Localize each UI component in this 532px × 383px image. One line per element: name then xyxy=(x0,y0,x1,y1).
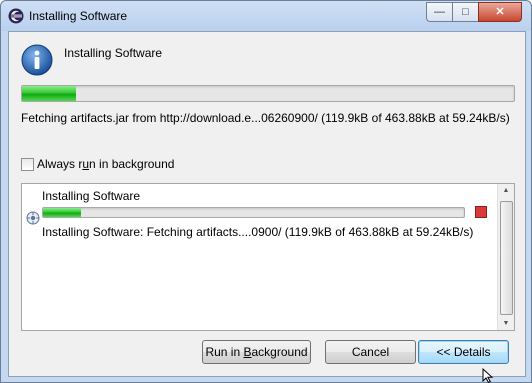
info-icon xyxy=(21,44,53,76)
job-status-text: Installing Software: Fetching artifacts.… xyxy=(42,225,474,239)
mouse-cursor-icon xyxy=(482,368,494,383)
minimize-button[interactable]: — xyxy=(426,2,453,22)
eclipse-icon xyxy=(8,8,24,24)
window-title: Installing Software xyxy=(29,9,128,23)
minimize-icon: — xyxy=(434,6,445,18)
vertical-scrollbar[interactable]: ▲ ▼ xyxy=(497,184,514,330)
overall-progress-bar xyxy=(21,85,515,102)
job-progress-bar xyxy=(42,207,465,218)
cancel-button[interactable]: Cancel xyxy=(325,340,416,364)
close-icon: ✕ xyxy=(495,6,505,18)
always-run-in-background-checkbox[interactable] xyxy=(21,158,34,171)
job-progress-fill xyxy=(43,208,81,217)
job-details-panel: Installing Software Installing Software:… xyxy=(21,183,515,331)
download-status-text: Fetching artifacts.jar from http://downl… xyxy=(21,111,510,125)
job-title: Installing Software xyxy=(42,189,141,203)
always-run-in-background-label[interactable]: Always run in background xyxy=(37,157,174,171)
scroll-up-icon[interactable]: ▲ xyxy=(501,187,511,194)
details-button[interactable]: << Details xyxy=(418,340,509,364)
stop-job-button[interactable] xyxy=(475,206,487,218)
installing-software-dialog: Installing Software — □ ✕ Installing Sof… xyxy=(0,0,532,383)
run-in-background-button[interactable]: Run in Background xyxy=(202,340,311,364)
scroll-thumb[interactable] xyxy=(500,201,513,315)
scroll-down-icon[interactable]: ▼ xyxy=(501,320,511,327)
close-button[interactable]: ✕ xyxy=(478,2,522,22)
overall-progress-fill xyxy=(22,86,77,101)
title-bar[interactable]: Installing Software — □ ✕ xyxy=(1,1,531,31)
dialog-heading: Installing Software xyxy=(64,46,163,60)
install-job-icon xyxy=(26,211,40,225)
dialog-content: Installing Software Fetching artifacts.j… xyxy=(8,31,526,377)
maximize-button[interactable]: □ xyxy=(452,2,479,22)
maximize-icon: □ xyxy=(462,6,469,18)
